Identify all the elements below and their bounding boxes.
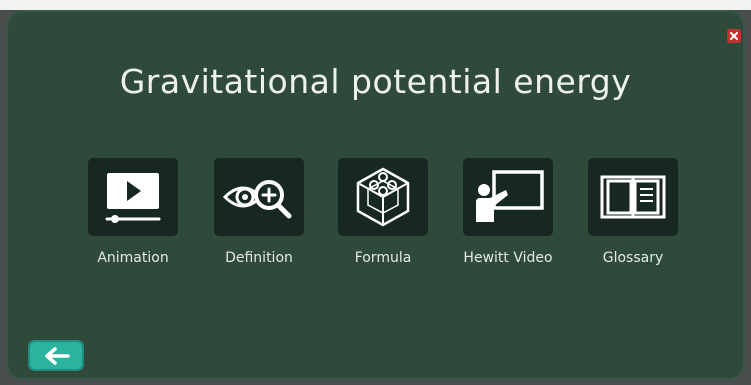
menu-item-label: Formula [354, 250, 412, 266]
menu-item-glossary[interactable]: Glossary [587, 158, 679, 266]
glossary-tile[interactable] [588, 158, 678, 236]
menu-item-formula[interactable]: Formula [337, 158, 429, 266]
back-button[interactable] [28, 340, 84, 371]
open-book-icon [600, 175, 666, 219]
formula-tile[interactable] [338, 158, 428, 236]
back-arrow-icon [45, 346, 70, 365]
page-title: Gravitational potential energy [119, 62, 632, 101]
animation-tile[interactable] [88, 158, 178, 236]
molecule-cube-icon [356, 167, 410, 227]
menu-item-animation[interactable]: Animation [87, 158, 179, 266]
menu-item-hewitt-video[interactable]: Hewitt Video [462, 158, 554, 266]
eye-magnifier-icon [222, 180, 292, 219]
menu-item-label: Glossary [602, 250, 664, 266]
definition-tile[interactable] [214, 158, 304, 236]
menu-item-label: Hewitt Video [463, 250, 553, 266]
close-icon [730, 32, 738, 40]
window-top-strip [0, 0, 751, 10]
presenter-board-icon [476, 170, 544, 222]
close-button[interactable] [727, 29, 741, 43]
menu-item-label: Definition [225, 250, 293, 266]
menu-item-definition[interactable]: Definition [213, 158, 305, 266]
menu-item-label: Animation [97, 250, 169, 266]
hewitt-video-tile[interactable] [463, 158, 553, 236]
video-play-icon [105, 173, 161, 223]
